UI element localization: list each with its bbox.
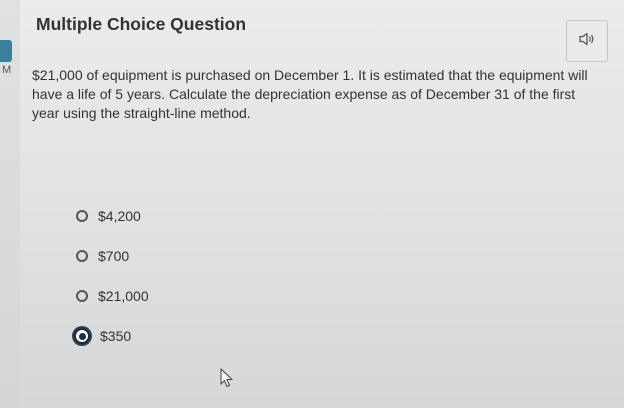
option-label: $21,000 [98, 288, 149, 304]
audio-button[interactable] [566, 20, 608, 62]
sidebar-letter: M [2, 64, 12, 76]
question-title: Multiple Choice Question [36, 14, 247, 34]
left-sidebar-strip: M [0, 0, 20, 408]
radio-button-selected[interactable] [74, 328, 90, 344]
radio-button[interactable] [76, 290, 88, 302]
option-label: $350 [100, 328, 132, 344]
option-label: $4,200 [98, 208, 141, 224]
mouse-pointer-icon [220, 367, 234, 393]
option-4200[interactable]: $4,200 [76, 205, 141, 227]
option-700[interactable]: $700 [76, 245, 129, 267]
question-text: $21,000 of equipment is purchased on Dec… [32, 67, 588, 121]
radio-button[interactable] [76, 250, 88, 262]
radio-button[interactable] [76, 210, 88, 222]
sidebar-tab[interactable] [0, 40, 12, 62]
option-21000[interactable]: $21,000 [76, 285, 149, 307]
option-label: $700 [98, 248, 130, 264]
speaker-icon [578, 31, 596, 52]
question-card: Multiple Choice Question $21,000 of equi… [20, 0, 624, 408]
option-350[interactable]: $350 [74, 325, 132, 347]
